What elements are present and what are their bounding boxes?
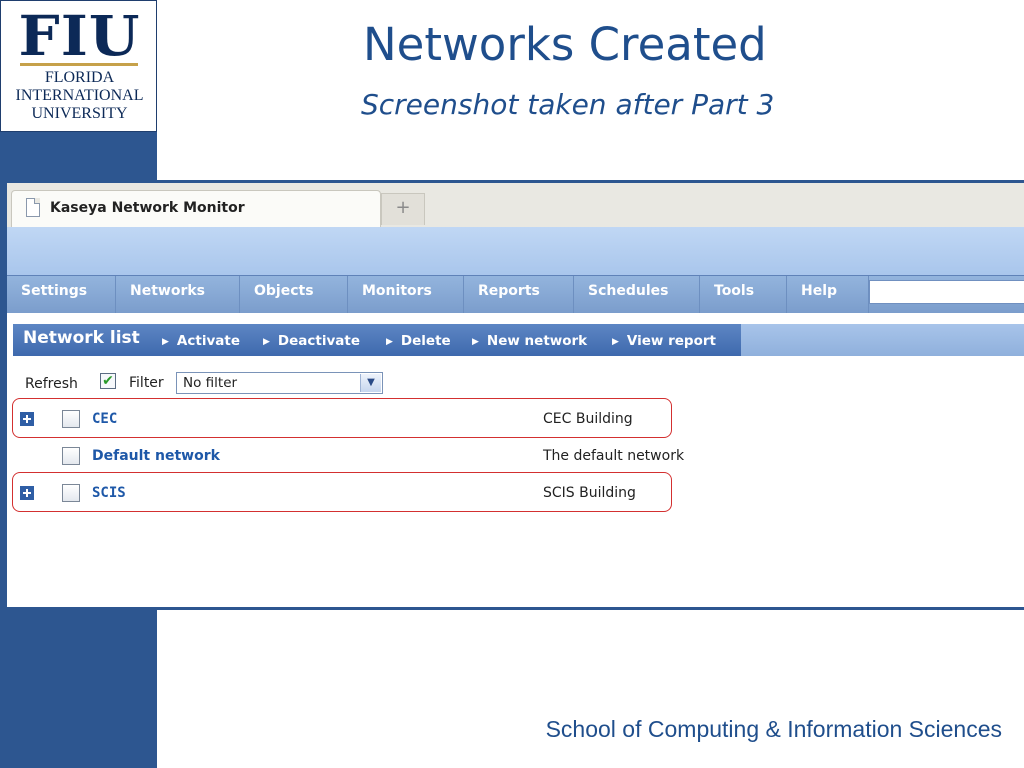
menu-monitors[interactable]: Monitors xyxy=(348,276,464,313)
refresh-link[interactable]: Refresh xyxy=(25,376,78,392)
fiu-logo: FIU FLORIDA INTERNATIONAL UNIVERSITY xyxy=(0,0,157,132)
browser-tab-bar: Kaseya Network Monitor + xyxy=(7,183,1024,227)
filter-label: Filter xyxy=(129,375,164,391)
search-input[interactable] xyxy=(869,280,1024,304)
arrow-right-icon: ▶ xyxy=(386,337,393,347)
browser-tab-active[interactable]: Kaseya Network Monitor xyxy=(11,190,381,227)
logo-line-1: FLORIDA xyxy=(44,69,115,86)
page-icon xyxy=(26,198,40,217)
arrow-right-icon: ▶ xyxy=(263,337,270,347)
menu-reports[interactable]: Reports xyxy=(464,276,574,313)
new-tab-button[interactable]: + xyxy=(381,193,425,225)
menu-help[interactable]: Help xyxy=(787,276,869,313)
menu-schedules[interactable]: Schedules xyxy=(574,276,700,313)
highlight-box-scis xyxy=(12,472,672,512)
logo-line-2: INTERNATIONAL xyxy=(15,87,144,104)
logo-line-3: UNIVERSITY xyxy=(31,105,128,122)
row-checkbox[interactable] xyxy=(62,447,80,465)
delete-label: Delete xyxy=(400,333,451,349)
slide-footer: School of Computing & Information Scienc… xyxy=(545,716,1002,742)
menu-settings[interactable]: Settings xyxy=(7,276,116,313)
filter-row: Refresh ✔ Filter No filter ▼ xyxy=(7,368,1024,396)
activate-action[interactable]: ▶ Activate xyxy=(162,333,240,349)
network-list-title: Network list xyxy=(23,328,140,348)
network-row-default: Default network The default network xyxy=(7,441,1024,475)
arrow-right-icon: ▶ xyxy=(162,337,169,347)
menu-tools[interactable]: Tools xyxy=(700,276,787,313)
logo-divider xyxy=(20,63,138,66)
menu-objects[interactable]: Objects xyxy=(240,276,348,313)
arrow-right-icon: ▶ xyxy=(612,337,619,347)
deactivate-action[interactable]: ▶ Deactivate xyxy=(263,333,360,349)
activate-label: Activate xyxy=(176,333,240,349)
filter-checkbox[interactable]: ✔ xyxy=(100,373,116,389)
app-banner xyxy=(7,227,1024,275)
app-screenshot: Kaseya Network Monitor + Settings Networ… xyxy=(4,180,1024,610)
new-network-label: New network xyxy=(486,333,588,349)
view-report-label: View report xyxy=(626,333,716,349)
view-report-action[interactable]: ▶ View report xyxy=(612,333,716,349)
slide-subtitle: Screenshot taken after Part 3 xyxy=(361,88,775,121)
logo-mark: FIU xyxy=(18,3,141,69)
delete-action[interactable]: ▶ Delete xyxy=(386,333,451,349)
main-menu-bar: Settings Networks Objects Monitors Repor… xyxy=(7,275,1024,313)
filter-select[interactable]: No filter ▼ xyxy=(176,372,383,394)
slide-title: Networks Created xyxy=(363,18,767,71)
arrow-right-icon: ▶ xyxy=(472,337,479,347)
new-network-action[interactable]: ▶ New network xyxy=(472,333,587,349)
network-name-link[interactable]: Default network xyxy=(92,448,220,464)
tab-title: Kaseya Network Monitor xyxy=(50,200,245,216)
network-description: The default network xyxy=(543,448,685,464)
deactivate-label: Deactivate xyxy=(277,333,360,349)
highlight-box-cec xyxy=(12,398,672,438)
menu-networks[interactable]: Networks xyxy=(116,276,240,313)
filter-select-value: No filter xyxy=(183,375,238,391)
chevron-down-icon[interactable]: ▼ xyxy=(360,374,381,392)
